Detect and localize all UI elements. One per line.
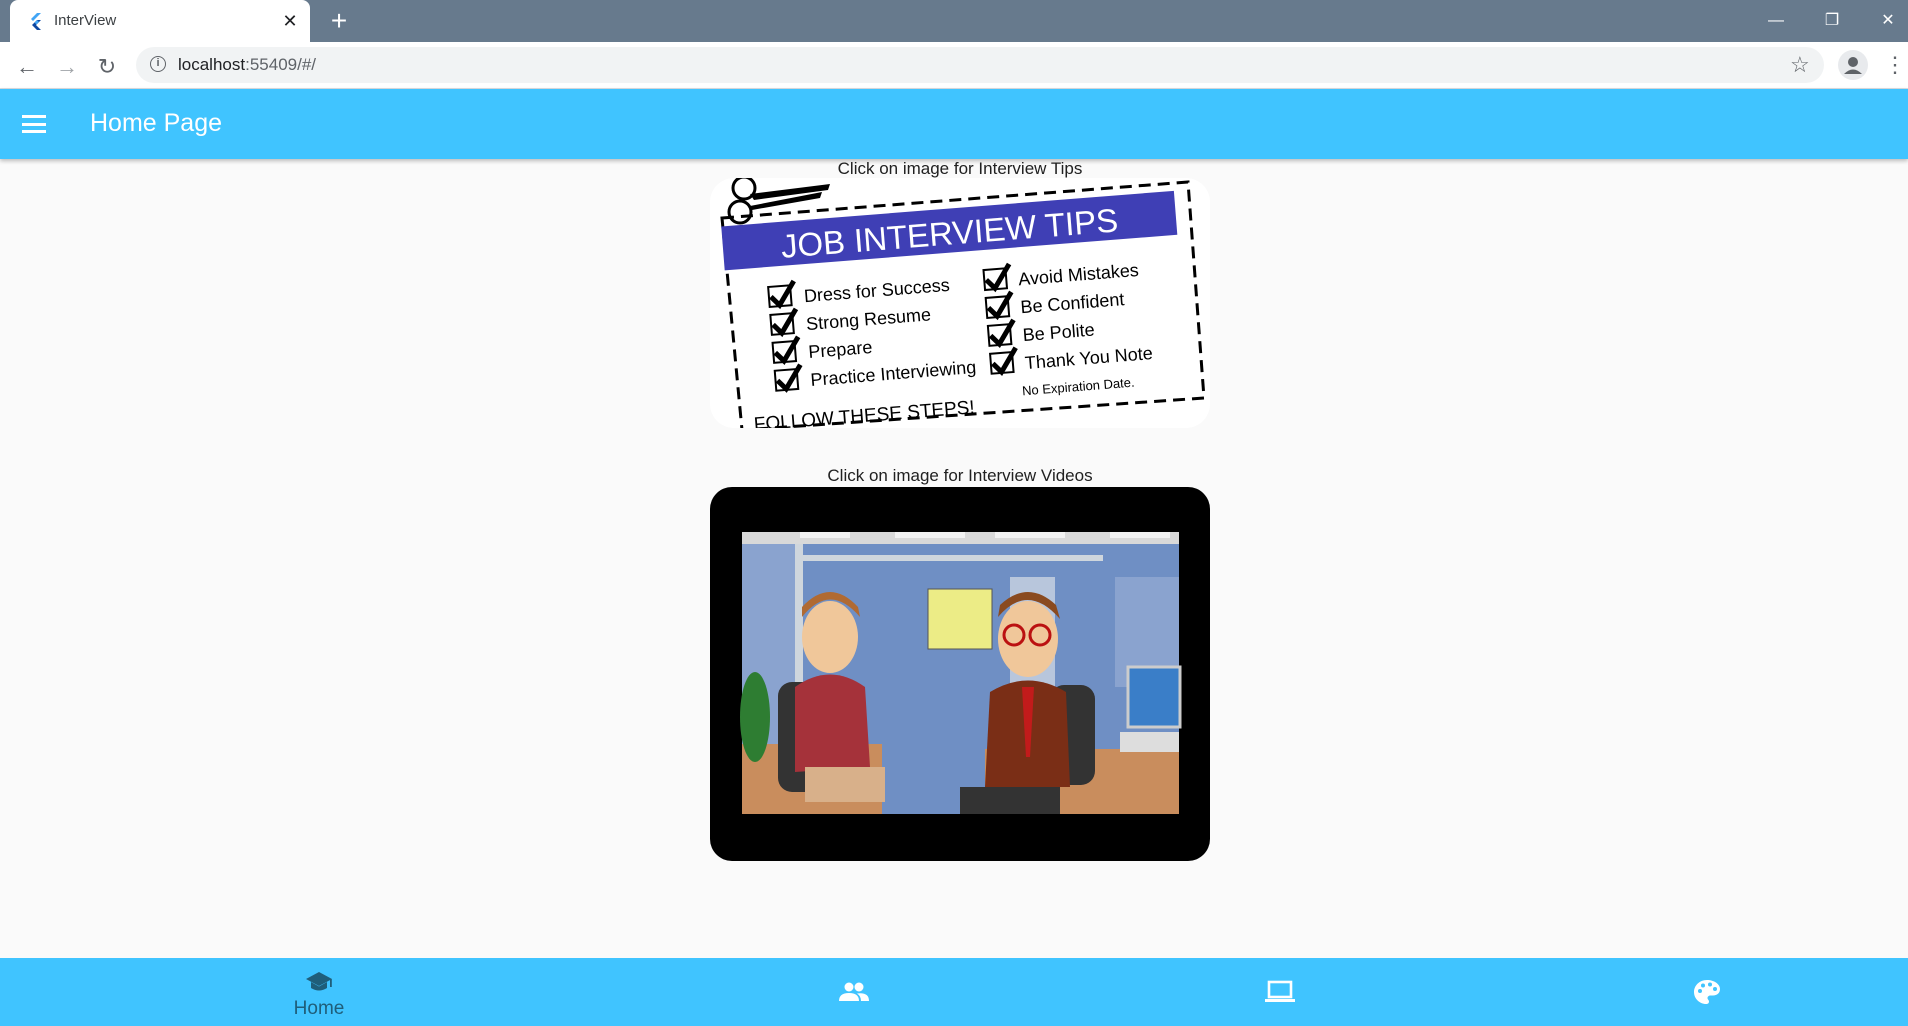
address-bar[interactable] <box>136 47 1824 83</box>
profile-avatar-icon[interactable] <box>1838 50 1868 80</box>
tip-right-1: Avoid Mistakes <box>1018 260 1140 289</box>
interview-video-thumbnail[interactable] <box>710 487 1210 861</box>
minimize-icon[interactable]: — <box>1756 8 1796 34</box>
tip-left-3: Prepare <box>808 337 873 362</box>
interview-tips-image[interactable]: JOB INTERVIEW TIPS Dress for Success Str… <box>710 178 1210 428</box>
nav-item-home[interactable]: Home <box>219 958 419 1026</box>
palette-icon <box>1694 980 1720 1004</box>
site-info-icon[interactable]: i <box>150 56 166 72</box>
window-close-icon[interactable]: ✕ <box>1868 8 1908 34</box>
tip-left-2: Strong Resume <box>805 304 931 334</box>
url-text[interactable]: localhost:55409/#/ <box>178 54 316 76</box>
tip-right-3: Be Polite <box>1022 320 1095 346</box>
flutter-logo-icon <box>31 13 41 30</box>
videos-caption: Click on image for Interview Videos <box>827 466 1093 485</box>
nav-label-home: Home <box>293 998 345 1019</box>
page-title: Home Page <box>90 109 223 137</box>
nav-item-laptop[interactable] <box>1180 958 1380 1026</box>
nav-item-people[interactable] <box>754 958 954 1026</box>
app-bar <box>0 89 1908 159</box>
back-icon[interactable]: ← <box>12 52 42 82</box>
people-icon <box>839 982 869 1001</box>
bookmark-star-icon[interactable]: ☆ <box>1790 51 1810 79</box>
forward-icon[interactable]: → <box>52 52 82 82</box>
url-path: :55409/#/ <box>245 55 317 74</box>
browser-tab-title: InterView <box>54 12 117 29</box>
reload-icon[interactable]: ↻ <box>92 52 122 82</box>
browser-menu-icon[interactable]: ⋮ <box>1884 50 1906 80</box>
tips-caption: Click on image for Interview Tips <box>837 159 1083 178</box>
url-host: localhost <box>178 55 246 74</box>
nav-item-palette[interactable] <box>1607 958 1807 1026</box>
new-tab-icon[interactable]: + <box>325 7 353 36</box>
laptop-icon <box>1265 980 1295 1002</box>
tips-footer-right: No Expiration Date. <box>1021 375 1135 399</box>
close-tab-icon[interactable]: ✕ <box>278 9 302 33</box>
school-icon <box>306 972 332 991</box>
tip-right-2: Be Confident <box>1020 289 1125 317</box>
tip-right-4: Thank You Note <box>1024 343 1153 373</box>
menu-icon[interactable] <box>22 115 46 133</box>
tip-left-4: Practice Interviewing <box>810 357 977 390</box>
tips-footer-left: FOLLOW THESE STEPS! <box>753 397 975 428</box>
tip-left-1: Dress for Success <box>803 275 950 306</box>
restore-icon[interactable]: ❐ <box>1812 8 1852 34</box>
